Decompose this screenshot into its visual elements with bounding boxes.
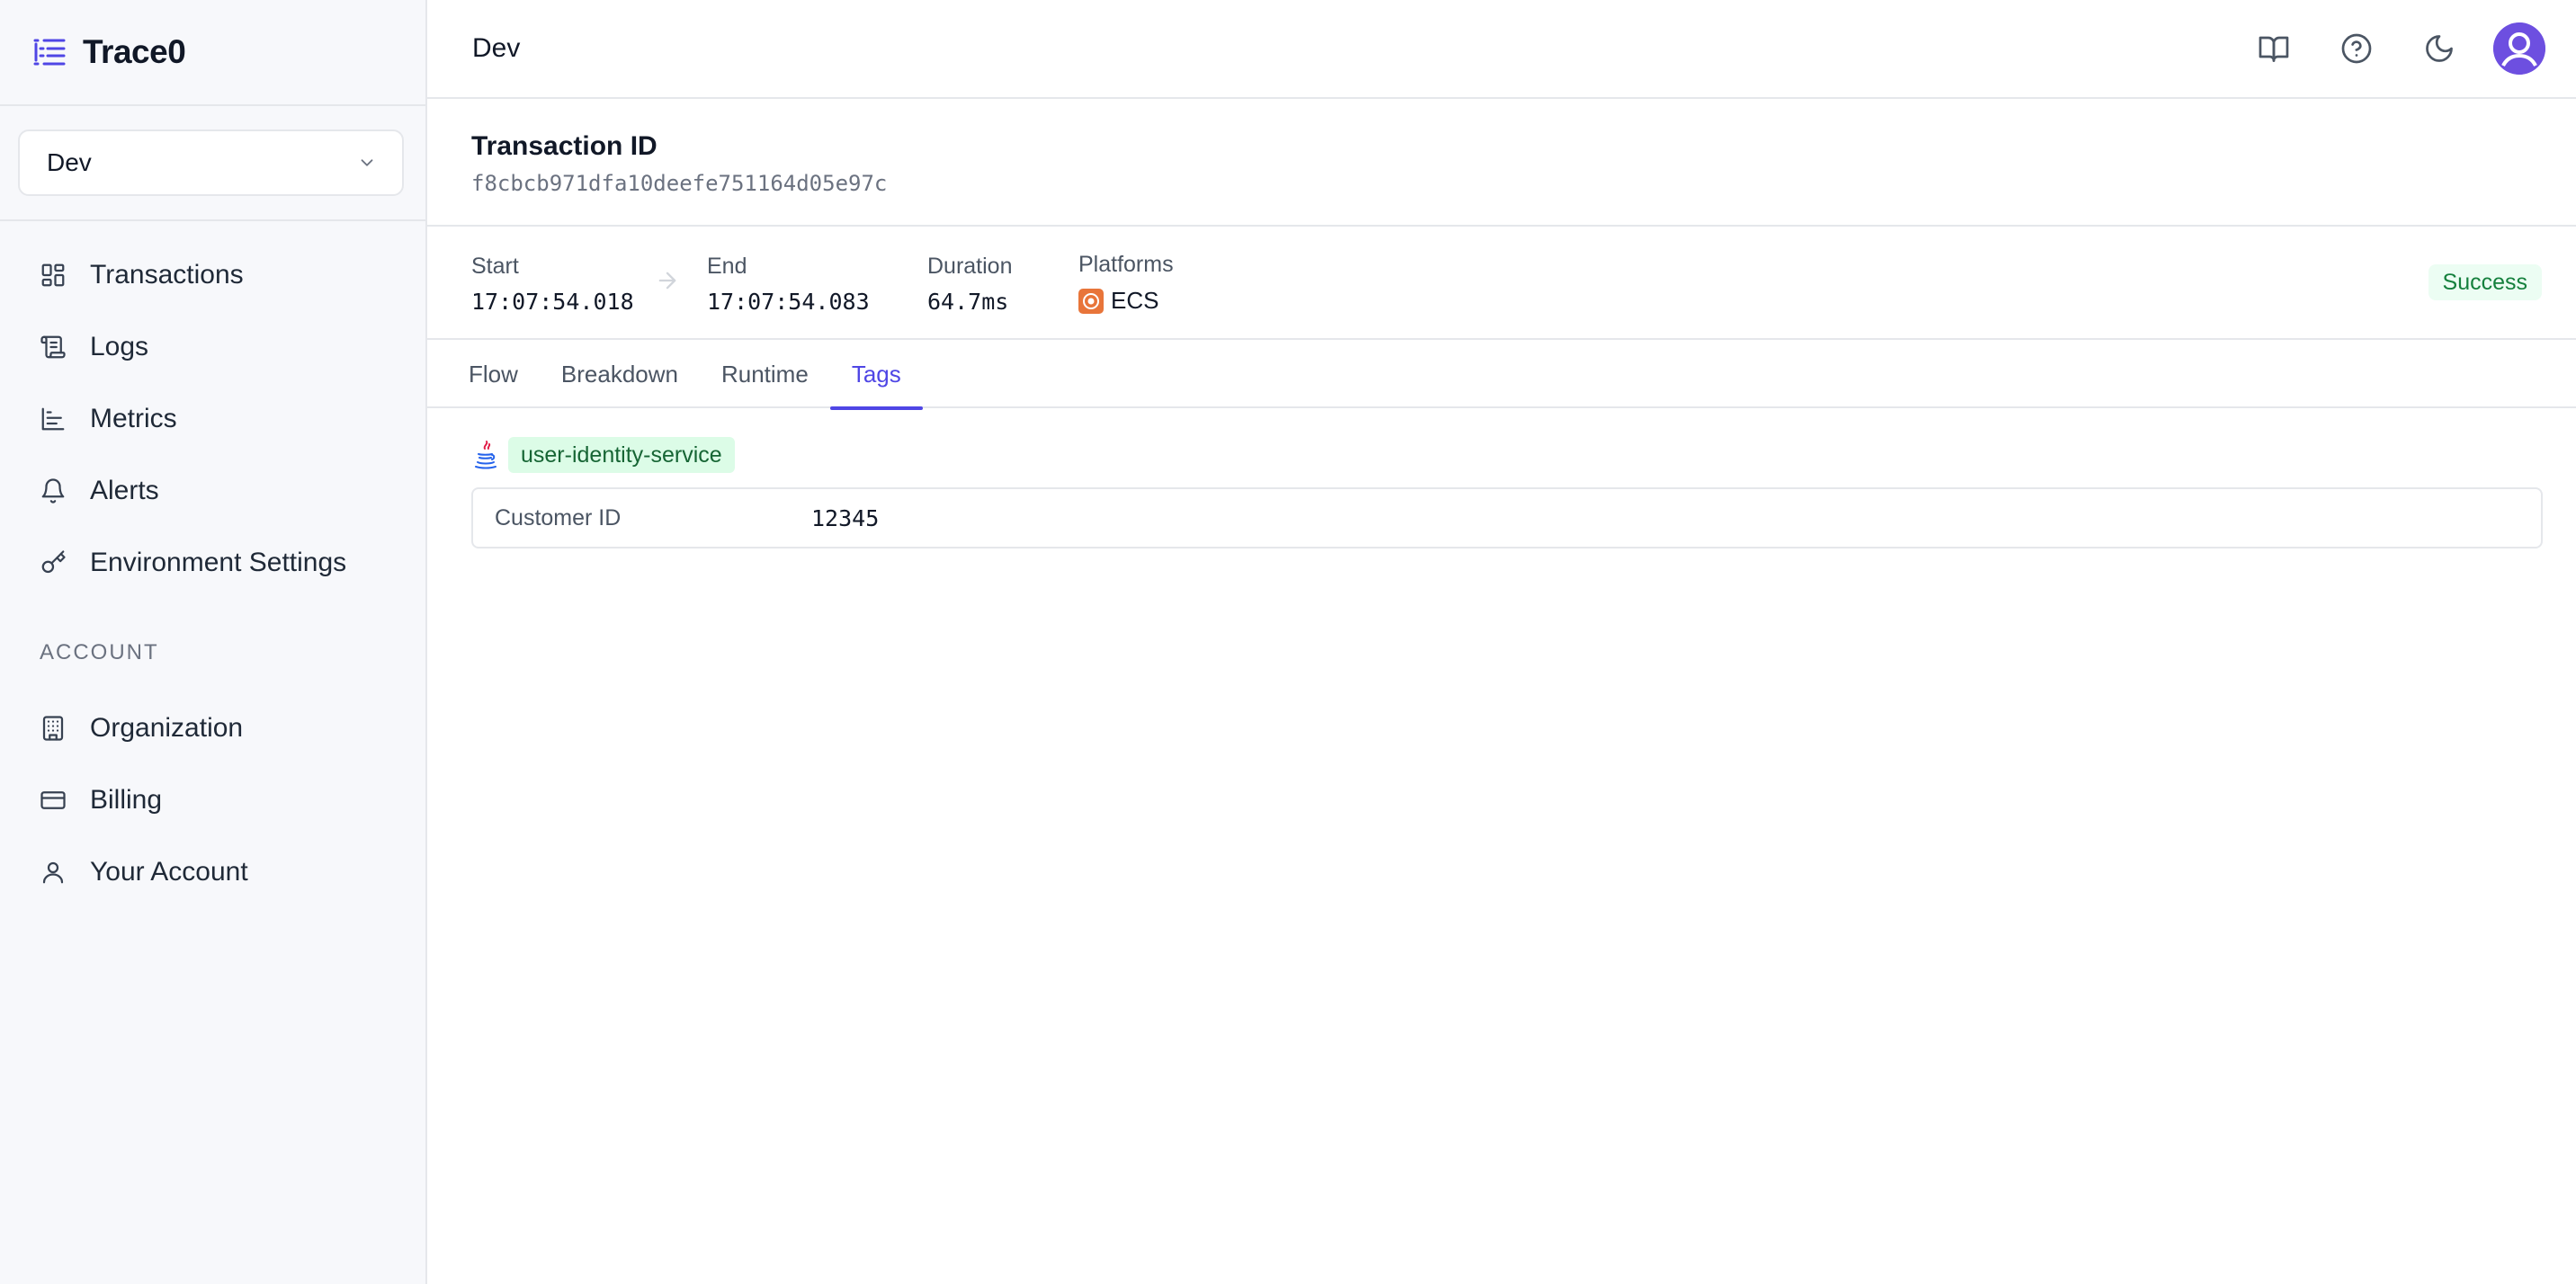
avatar[interactable]	[2493, 22, 2545, 75]
arrow-right-icon	[658, 272, 676, 290]
tab-flow[interactable]: Flow	[447, 340, 540, 408]
credit-card-icon	[40, 791, 66, 809]
status-badge: Success	[2428, 264, 2542, 300]
duration-value: 64.7ms	[927, 289, 1009, 315]
brand[interactable]: Trace0	[0, 0, 425, 106]
environment-select-value: Dev	[47, 148, 92, 176]
topbar-actions	[2220, 20, 2545, 77]
docs-button[interactable]	[2245, 20, 2303, 77]
sidebar-item-label: Transactions	[90, 260, 244, 290]
account-section-label: ACCOUNT	[40, 640, 159, 664]
start-value: 17:07:54.018	[471, 289, 634, 315]
logo-list-icon	[33, 39, 66, 66]
user-icon	[42, 861, 64, 884]
end-label: End	[707, 254, 747, 279]
key-icon	[41, 550, 66, 574]
sidebar-item-label: Environment Settings	[90, 548, 347, 577]
start-label: Start	[471, 254, 519, 279]
help-circle-icon	[2341, 33, 2372, 64]
sidebar-item-label: Your Account	[90, 857, 248, 887]
sidebar-item-logs[interactable]: Logs	[0, 311, 425, 383]
scroll-icon	[40, 335, 66, 359]
moon-icon	[2426, 35, 2453, 62]
bar-chart-icon	[41, 407, 65, 431]
platform-name: ECS	[1111, 287, 1159, 314]
app-name: Trace0	[83, 33, 186, 70]
book-icon	[2258, 36, 2289, 62]
sidebar-item-environment-settings[interactable]: Environment Settings	[0, 527, 425, 599]
sidebar-item-label: Billing	[90, 785, 163, 815]
tag-key: Customer ID	[495, 504, 622, 531]
transaction-id[interactable]: f8cbcb971dfa10deefe751164d05e97c	[471, 171, 887, 196]
service-badge[interactable]: user-identity-service	[508, 437, 735, 473]
dashboard-grid-icon	[41, 263, 65, 287]
platforms-block: Platforms ECS	[1078, 252, 1174, 315]
sidebar-item-metrics[interactable]: Metrics	[0, 383, 425, 455]
help-button[interactable]	[2328, 20, 2385, 77]
account-nav: Organization Billing Your Account	[0, 692, 425, 908]
tab-runtime[interactable]: Runtime	[700, 340, 830, 408]
transaction-header: Transaction ID f8cbcb971dfa10deefe751164…	[427, 99, 2576, 227]
app-root: Trace0 Dev Transactions Logs Metrics Ale…	[0, 0, 2576, 1284]
tag-value: 12345	[811, 504, 880, 531]
sidebar-item-transactions[interactable]: Transactions	[0, 239, 425, 311]
environment-area: Dev	[0, 106, 425, 221]
duration-label: Duration	[927, 254, 1013, 279]
transaction-title: Transaction ID	[471, 131, 657, 161]
sidebar-item-label: Alerts	[90, 476, 159, 505]
tag-table: Customer ID 12345	[471, 487, 2543, 548]
sidebar-item-label: Metrics	[90, 404, 177, 433]
main-content: Dev Transaction ID f8cbcb971dfa10deefe75…	[427, 0, 2576, 1284]
building-icon	[42, 716, 64, 741]
java-icon	[475, 441, 496, 469]
sidebar-item-your-account[interactable]: Your Account	[0, 836, 425, 908]
bell-icon	[41, 478, 65, 504]
topbar: Dev	[427, 0, 2576, 99]
end-block: End 17:07:54.083	[707, 254, 870, 315]
platforms-label: Platforms	[1078, 252, 1174, 277]
tab-tags[interactable]: Tags	[829, 340, 923, 410]
ecs-icon	[1078, 288, 1104, 314]
breadcrumb: Dev	[472, 33, 521, 63]
sidebar-item-label: Logs	[90, 332, 149, 361]
duration-block: Duration 64.7ms	[927, 254, 1013, 315]
transaction-meta: Start 17:07:54.018 End 17:07:54.083 Dura…	[427, 227, 2576, 340]
theme-toggle-button[interactable]	[2411, 20, 2468, 77]
service-tag-row: user-identity-service	[472, 437, 735, 473]
sidebar-item-billing[interactable]: Billing	[0, 764, 425, 836]
start-block: Start 17:07:54.018	[471, 254, 634, 315]
sidebar-item-organization[interactable]: Organization	[0, 692, 425, 764]
sidebar-nav: Transactions Logs Metrics Alerts Environ…	[0, 239, 425, 599]
sidebar-item-label: Organization	[90, 713, 244, 743]
environment-select[interactable]: Dev	[18, 129, 404, 196]
sidebar: Trace0 Dev Transactions Logs Metrics Ale…	[0, 0, 427, 1284]
sidebar-item-alerts[interactable]: Alerts	[0, 455, 425, 527]
platform-value: ECS	[1078, 287, 1174, 315]
chevron-down-icon	[361, 159, 373, 166]
transaction-tabs: Flow Breakdown Runtime Tags	[427, 340, 2576, 410]
end-value: 17:07:54.083	[707, 289, 870, 315]
user-avatar-icon	[2493, 22, 2545, 75]
tab-breakdown[interactable]: Breakdown	[540, 340, 700, 408]
